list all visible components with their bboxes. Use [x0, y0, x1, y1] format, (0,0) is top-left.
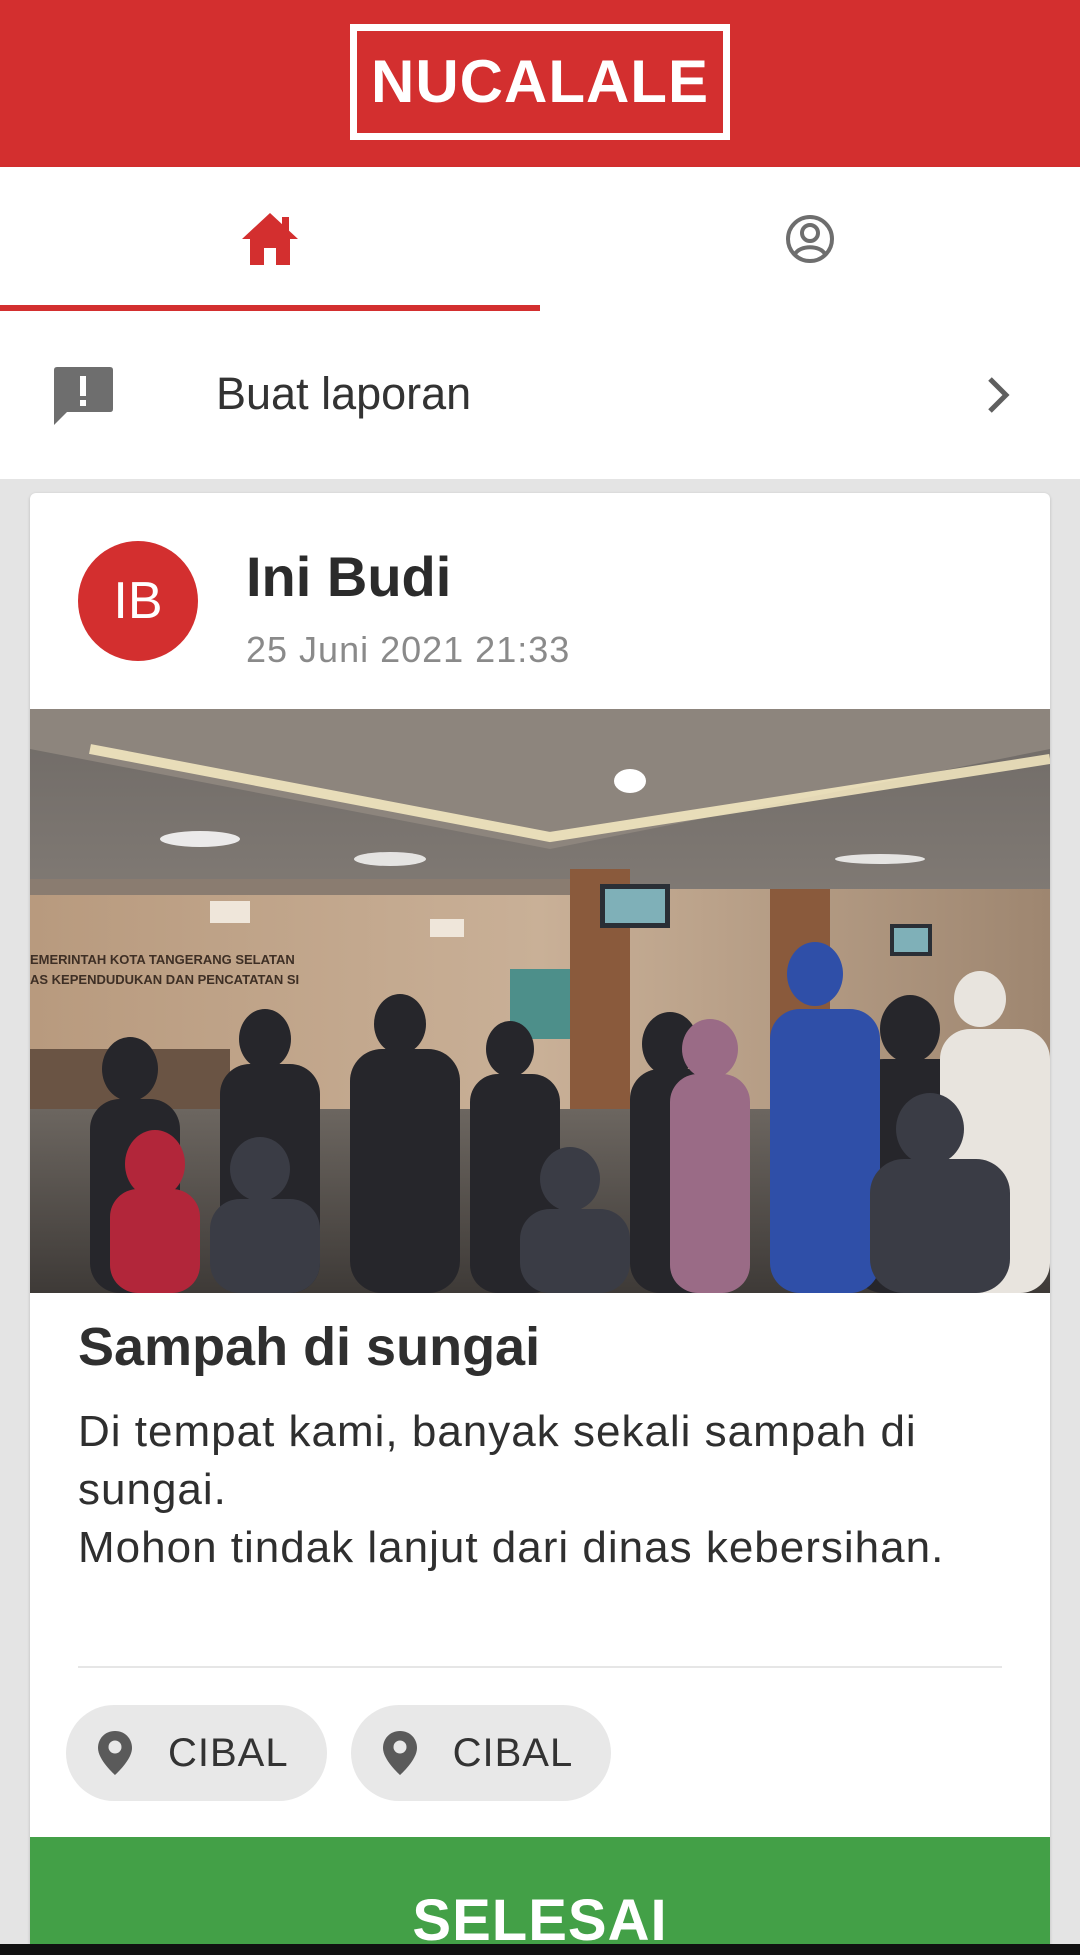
- account-circle-icon: [786, 215, 834, 263]
- app-header: NUCALALE: [0, 0, 1080, 167]
- author-name: Ini Budi: [246, 545, 452, 608]
- report-description: Di tempat kami, banyak sekali sampah di …: [78, 1403, 1018, 1577]
- report-title: Sampah di sungai: [78, 1317, 541, 1377]
- divider: [78, 1666, 1002, 1668]
- avatar-initials: IB: [113, 572, 163, 630]
- app-screen: NUCALALE Buat laporan IB Ini Budi 25 Jun…: [0, 0, 1080, 1955]
- post-timestamp: 25 Juni 2021 21:33: [246, 629, 571, 670]
- create-report-row[interactable]: Buat laporan: [0, 311, 1080, 479]
- chevron-right-icon: [988, 377, 1010, 413]
- home-icon: [242, 213, 298, 265]
- create-report-label: Buat laporan: [216, 368, 472, 419]
- report-icon: [54, 367, 113, 425]
- tab-home[interactable]: [0, 167, 540, 311]
- svg-text:EMERINTAH KOTA TANGERANG SELAT: EMERINTAH KOTA TANGERANG SELATAN: [30, 952, 295, 967]
- tab-profile[interactable]: [540, 167, 1080, 311]
- system-navigation-bar: [0, 1944, 1080, 1955]
- logo-text: NUCALALE: [371, 48, 709, 115]
- report-description-line: Di tempat kami, banyak sekali sampah di …: [78, 1407, 917, 1514]
- report-card[interactable]: IB Ini Budi 25 Juni 2021 21:33 EMERINTAH…: [30, 493, 1050, 1955]
- map-pin-icon: [98, 1731, 132, 1775]
- status-done-button[interactable]: SELESAI: [30, 1837, 1050, 1955]
- report-photo[interactable]: EMERINTAH KOTA TANGERANG SELATAN AS KEPE…: [30, 709, 1050, 1293]
- tab-bar: [0, 167, 1080, 311]
- location-chips: CIBAL CIBAL: [66, 1705, 612, 1801]
- avatar: IB: [78, 541, 198, 661]
- app-logo: NUCALALE: [350, 24, 730, 140]
- map-pin-icon: [382, 1731, 417, 1775]
- location-chip[interactable]: CIBAL: [66, 1705, 327, 1801]
- report-description-line: Mohon tindak lanjut dari dinas kebersiha…: [78, 1523, 945, 1572]
- svg-text:AS KEPENDUDUKAN DAN PENCATATAN: AS KEPENDUDUKAN DAN PENCATATAN SI: [30, 972, 299, 987]
- location-chip[interactable]: CIBAL: [350, 1705, 612, 1801]
- location-chip-label: CIBAL: [452, 1730, 574, 1775]
- location-chip-label: CIBAL: [168, 1730, 289, 1775]
